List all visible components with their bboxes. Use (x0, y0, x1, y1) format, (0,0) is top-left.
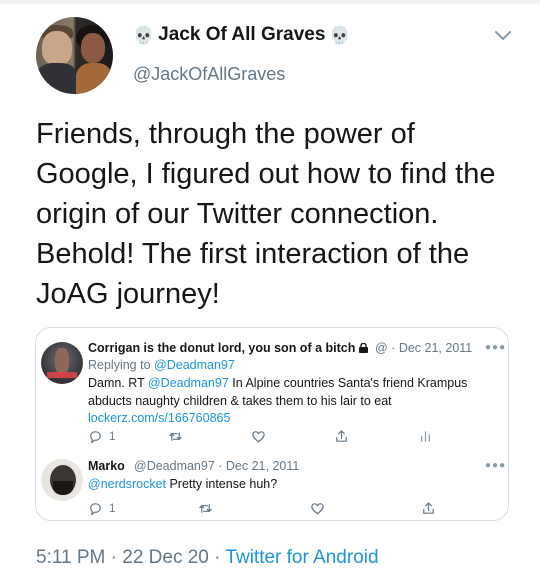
skull-emoji: 💀 (329, 25, 351, 45)
tweet-text: Friends, through the power of Google, I … (36, 118, 496, 310)
more-icon[interactable]: ●●● (485, 342, 506, 353)
corrigan-date[interactable]: Dec 21, 2011 (399, 341, 472, 355)
reply-button[interactable]: 1 (88, 429, 115, 444)
author-display-name[interactable]: 💀 Jack Of All Graves 💀 (133, 24, 351, 46)
like-icon (252, 431, 265, 443)
lockerz-link[interactable]: lockerz.com/s/166760865 (88, 411, 230, 425)
tweet-source[interactable]: Twitter for Android (225, 547, 378, 568)
author-handle[interactable]: @JackOfAllGraves (133, 64, 285, 85)
analytics-icon (421, 431, 430, 442)
reply-icon (90, 503, 101, 516)
replying-to-link[interactable]: @Deadman97 (154, 358, 235, 372)
chevron-down-icon[interactable] (494, 30, 512, 42)
like-button[interactable] (251, 429, 266, 444)
retweet-icon (169, 432, 182, 441)
corrigan-actions: 1 (88, 429, 488, 445)
marko-name[interactable]: Marko (88, 459, 125, 473)
retweet-button[interactable] (168, 429, 183, 444)
reply-icon (90, 431, 101, 444)
tweet-time[interactable]: 5:11 PM (36, 547, 105, 568)
replying-to-line: Replying to @Deadman97 (88, 358, 235, 372)
marko-meta: @Deadman97 · Dec 21, 2011 (134, 459, 300, 473)
nerdsrocket-mention[interactable]: @nerdsrocket (88, 477, 166, 491)
tweet-date[interactable]: 22 Dec 20 (122, 547, 209, 568)
marko-actions: 1 (88, 501, 488, 517)
share-button[interactable] (334, 429, 349, 444)
marko-tweet-text: @nerdsrocket Pretty intense huh? (88, 477, 278, 491)
share-icon (423, 502, 434, 514)
share-button[interactable] (421, 501, 436, 516)
corrigan-name[interactable]: Corrigan is the donut lord, you son of a… (88, 341, 371, 355)
like-button[interactable] (310, 501, 325, 516)
corrigan-tweet-text: Damn. RT @Deadman97 In Alpine countries … (88, 376, 468, 425)
share-icon (336, 430, 347, 442)
embedded-image-card[interactable]: Corrigan is the donut lord, you son of a… (35, 327, 509, 521)
top-divider (0, 0, 540, 4)
reply-button[interactable]: 1 (88, 501, 115, 516)
retweet-button[interactable] (198, 501, 213, 516)
tweet-timestamp-line: 5:11 PM · 22 Dec 20 · Twitter for Androi… (36, 547, 379, 568)
marko-date[interactable]: Dec 21, 2011 (226, 459, 299, 473)
corrigan-avatar[interactable] (41, 342, 83, 384)
retweet-icon (199, 504, 212, 513)
mention-link[interactable]: @Deadman97 (148, 376, 229, 390)
more-icon[interactable]: ●●● (485, 460, 506, 471)
lock-icon (359, 343, 369, 353)
corrigan-meta: @ · Dec 21, 2011 (375, 341, 473, 355)
corrigan-handle[interactable]: @ (375, 341, 388, 355)
like-icon (311, 503, 324, 515)
author-name-text: Jack Of All Graves (158, 24, 326, 45)
skull-emoji: 💀 (133, 25, 155, 45)
marko-avatar[interactable] (41, 459, 83, 501)
analytics-button[interactable] (418, 429, 433, 444)
author-avatar[interactable] (36, 17, 113, 94)
marko-handle[interactable]: @Deadman97 (134, 459, 215, 473)
